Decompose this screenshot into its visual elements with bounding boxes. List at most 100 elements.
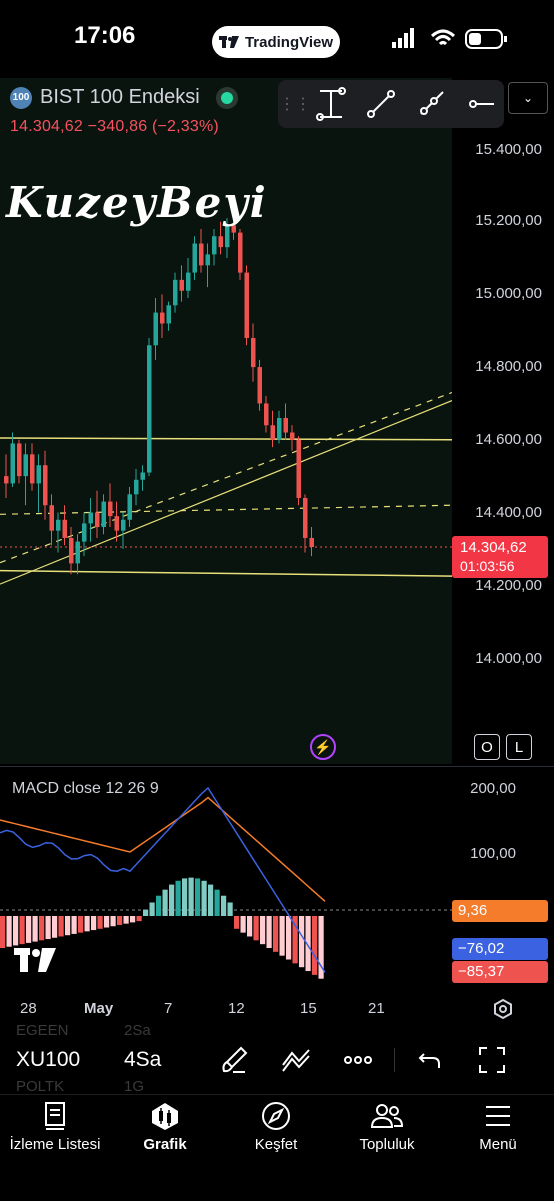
candle-body — [108, 501, 113, 517]
nav-watchlist[interactable]: İzleme Listesi — [0, 1100, 110, 1153]
toolbar-divider — [394, 1048, 395, 1072]
candle-body — [205, 254, 210, 266]
trend-line — [0, 399, 452, 585]
drag-handle-icon[interactable]: ⋮⋮ — [279, 84, 311, 124]
candle-body — [179, 279, 184, 291]
symbol-picker[interactable]: XU100 — [16, 1048, 80, 1072]
more-options-icon[interactable] — [340, 1044, 376, 1076]
candle-body — [270, 425, 275, 440]
candle-body — [134, 479, 139, 495]
histogram-bar — [156, 895, 162, 916]
community-icon — [332, 1100, 442, 1132]
ray-tool-icon[interactable] — [408, 84, 454, 124]
candle-body — [17, 443, 22, 477]
drawing-tools-icon[interactable] — [278, 1044, 314, 1076]
fullscreen-icon[interactable] — [474, 1044, 510, 1076]
candle-body — [49, 505, 54, 531]
candle-body — [140, 472, 145, 480]
nav-chart[interactable]: Grafik — [110, 1100, 220, 1153]
price-axis-label: 15.200,00 — [475, 212, 542, 229]
histogram-bar — [26, 916, 32, 943]
candle-body — [56, 519, 61, 531]
tradingview-logo-icon — [218, 36, 239, 48]
candle-body — [296, 439, 301, 498]
price-axis-label: 15.400,00 — [475, 141, 542, 158]
drawing-toolbar[interactable]: ⋮⋮ — [278, 80, 504, 128]
histogram-bar — [240, 916, 246, 933]
symbol-badge: 100 — [10, 86, 32, 109]
nav-menu[interactable]: Menü — [443, 1100, 553, 1153]
horizontal-line — [0, 569, 452, 577]
candle-body — [192, 243, 197, 273]
histogram-bar — [65, 916, 71, 936]
time-axis-label: 28 — [20, 1000, 37, 1017]
histogram-bar — [299, 916, 305, 968]
candle-body — [121, 519, 126, 531]
time-axis-label: 12 — [228, 1000, 245, 1017]
price-axis-label: 14.600,00 — [475, 431, 542, 448]
histogram-bar — [32, 916, 38, 942]
interval-picker[interactable]: 4Sa — [124, 1048, 161, 1072]
histogram-bar — [97, 916, 103, 929]
brush-icon[interactable] — [216, 1044, 252, 1076]
ghost-interval-bottom: 1G — [124, 1078, 145, 1095]
toggle-o-button[interactable]: O — [474, 734, 500, 760]
nav-label: Menü — [479, 1136, 517, 1153]
histogram-bar — [19, 916, 25, 945]
wifi-icon — [430, 29, 456, 46]
histogram-bar — [266, 916, 272, 948]
time-axis-label: 7 — [164, 1000, 173, 1017]
candle-body — [277, 417, 282, 440]
histogram-bar — [201, 880, 207, 916]
signal-line — [0, 796, 326, 902]
tradingview-pill[interactable]: TradingView — [212, 26, 340, 58]
nav-label: Keşfet — [254, 1136, 298, 1153]
macd-axis-label: 100,00 — [470, 845, 516, 862]
nav-community[interactable]: Topluluk — [332, 1100, 442, 1153]
candle-body — [82, 523, 87, 542]
trend-line-tool-icon[interactable] — [358, 84, 404, 124]
nav-explore[interactable]: Keşfet — [221, 1100, 331, 1153]
histogram-bar — [162, 889, 168, 916]
histogram-bar — [6, 916, 12, 947]
status-icons — [392, 28, 507, 49]
histogram-bar — [175, 880, 181, 916]
macd-chart[interactable] — [0, 766, 452, 994]
settings-icon[interactable] — [492, 998, 514, 1020]
candle-body — [147, 345, 152, 473]
price-axis-label: 14.000,00 — [475, 650, 542, 667]
candle-body — [309, 537, 314, 548]
histogram-bar — [253, 916, 259, 941]
status-time: 17:06 — [74, 22, 136, 49]
candle-body — [30, 454, 35, 484]
histogram-bar — [39, 916, 45, 941]
flash-icon[interactable]: ⚡ — [310, 734, 336, 760]
ghost-symbol-top: EGEEN — [16, 1022, 69, 1039]
price-change-pct: (−2,33%) — [151, 118, 219, 135]
histogram-bar — [208, 884, 214, 916]
market-status-icon — [215, 86, 238, 109]
symbol-legend[interactable]: 100 BIST 100 Endeksi — [10, 86, 238, 109]
horizontal-ray-tool-icon[interactable] — [458, 84, 504, 124]
toolbar-dropdown[interactable]: ⌄ — [508, 82, 548, 114]
time-axis-label: 15 — [300, 1000, 317, 1017]
price-range-tool-icon[interactable] — [308, 84, 354, 124]
undo-icon[interactable] — [412, 1044, 448, 1076]
candle-body — [153, 312, 158, 346]
candle-body — [290, 432, 295, 440]
histogram-bar — [260, 916, 266, 945]
price-axis[interactable]: 15.400,00 15.200,00 15.000,00 14.800,00 … — [452, 78, 554, 764]
histogram-bar — [286, 916, 292, 960]
price-axis-label: 14.800,00 — [475, 358, 542, 375]
toggle-l-button[interactable]: L — [506, 734, 532, 760]
histogram-bar — [234, 916, 240, 929]
histogram-bar — [182, 878, 188, 916]
candle-body — [23, 454, 28, 477]
histogram-bar — [117, 916, 123, 925]
dashed-line — [0, 504, 452, 515]
histogram-bar — [123, 916, 129, 924]
candle-body — [218, 236, 223, 248]
candle-body — [101, 501, 106, 528]
histogram-bar — [71, 916, 77, 934]
candle-body — [199, 243, 204, 266]
